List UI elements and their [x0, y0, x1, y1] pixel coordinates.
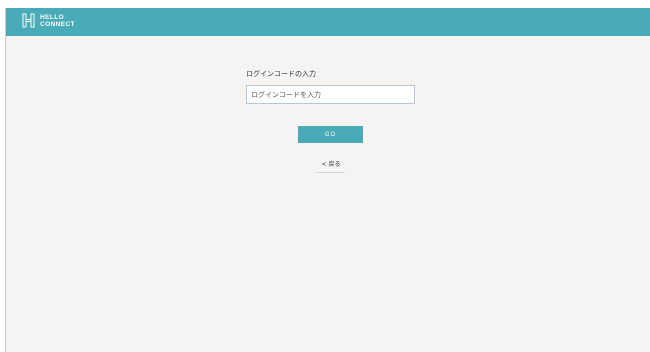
- h-logo-icon: [22, 13, 35, 28]
- login-code-form: ログインコードの入力 GO < 戻る: [6, 36, 650, 352]
- brand-logo[interactable]: HELLO CONNECT: [22, 13, 75, 28]
- back-link[interactable]: < 戻る: [317, 160, 345, 173]
- app-window: HELLO CONNECT ログインコードの入力 GO < 戻る: [5, 8, 650, 352]
- top-header-bar: HELLO CONNECT: [6, 8, 650, 36]
- go-button[interactable]: GO: [298, 126, 363, 143]
- brand-name-line2: CONNECT: [40, 20, 75, 28]
- brand-name: HELLO CONNECT: [40, 14, 75, 28]
- login-code-label: ログインコードの入力: [246, 70, 316, 78]
- brand-name-line1: HELLO: [40, 13, 65, 21]
- login-code-input[interactable]: [246, 85, 415, 104]
